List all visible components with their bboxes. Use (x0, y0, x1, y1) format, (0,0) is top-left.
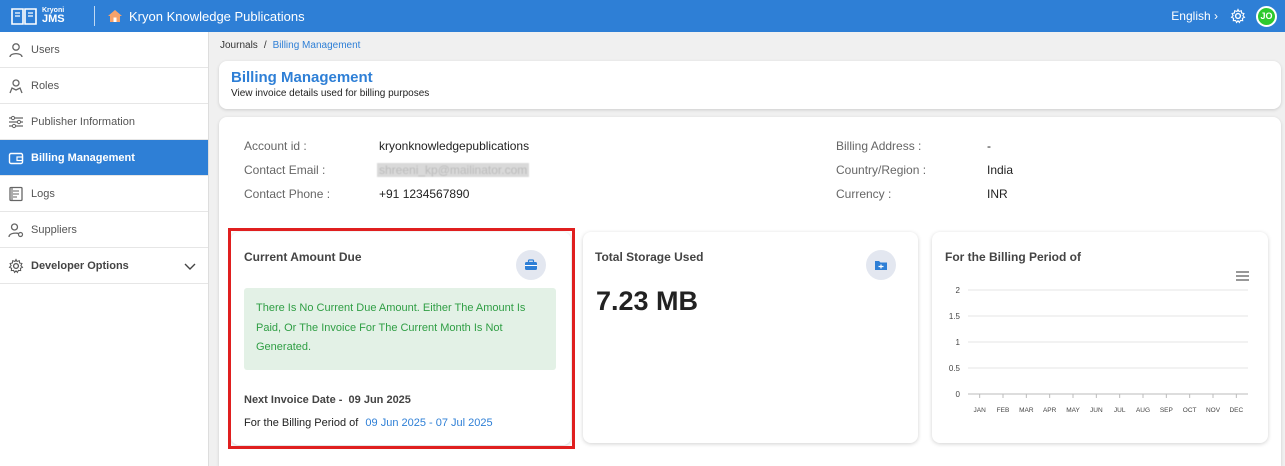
chevron-right-icon: › (1214, 9, 1218, 23)
billing-address-label: Billing Address : (836, 139, 922, 153)
chart-y-tick-label: 1.5 (949, 312, 961, 321)
sidebar: Users Roles Publisher Information Billin… (0, 32, 209, 466)
chart-x-tick-label: OCT (1183, 407, 1197, 414)
page-subtitle: View invoice details used for billing pu… (231, 88, 430, 99)
top-bar: Kryoni JMS Kryon Knowledge Publications … (0, 0, 1285, 32)
app-logo[interactable]: Kryoni JMS (10, 5, 82, 27)
sidebar-item-label: Roles (31, 79, 60, 92)
breadcrumb-journals[interactable]: Journals (220, 40, 258, 51)
chart-y-tick-label: 1 (956, 338, 961, 347)
folder-icon (875, 261, 887, 270)
app-title: Kryon Knowledge Publications (129, 8, 305, 24)
sidebar-item-logs[interactable]: Logs (0, 176, 208, 212)
book-logo-icon (11, 8, 37, 25)
sidebar-item-label: Publisher Information (31, 115, 135, 128)
breadcrumb-current: Billing Management (272, 40, 361, 51)
billing-address-value-wrap: - (987, 139, 991, 153)
user-avatar[interactable]: JO (1256, 5, 1277, 27)
sidebar-item-billing-management[interactable]: Billing Management (0, 140, 208, 176)
logs-icon (9, 186, 23, 201)
contact-phone-row: Contact Phone : (244, 187, 330, 201)
country-label: Country/Region : (836, 163, 927, 177)
billing-line-chart: 2 1.5 1 0.5 0 JAN FEB MAR APR MAY JUN JUL AUG SEP OCT N… (949, 286, 1248, 414)
breadcrumb: Journals / Billing Management (220, 40, 360, 51)
language-label: English (1171, 9, 1211, 23)
sidebar-item-label: Logs (31, 187, 55, 200)
account-id-row: Account id : (244, 139, 307, 153)
page-title: Billing Management (231, 69, 373, 86)
chart-x-tick-label: JAN (974, 407, 987, 414)
gear-icon (8, 257, 24, 273)
billing-address-row: Billing Address : (836, 139, 921, 153)
sidebar-item-label: Developer Options (31, 259, 129, 272)
chart-x-tick-label: FEB (997, 407, 1010, 414)
account-id-value: kryonknowledgepublications (379, 139, 530, 153)
chevron-down-icon[interactable] (184, 260, 196, 272)
sidebar-item-suppliers[interactable]: Suppliers (0, 212, 208, 248)
country-row: Country/Region : (836, 163, 926, 177)
account-id-value-wrap: kryonknowledgepublications (379, 139, 529, 153)
chart-x-tick-label: DEC (1229, 407, 1243, 414)
page-header: Billing Management View invoice details … (219, 61, 1281, 109)
country-value: India (987, 163, 1014, 177)
chart-x-tick-label: JUL (1114, 407, 1126, 414)
currency-value: INR (987, 187, 1008, 201)
sidebar-item-label: Billing Management (31, 151, 135, 164)
sliders-icon (9, 115, 23, 128)
highlight-annotation-box (228, 228, 575, 449)
sidebar-item-label: Users (31, 43, 60, 56)
contact-email-row: Contact Email : (244, 163, 325, 177)
sidebar-item-label: Suppliers (31, 223, 77, 236)
contact-email-label: Contact Email : (244, 163, 326, 177)
sidebar-item-users[interactable]: Users (0, 32, 208, 68)
settings-gear-icon[interactable] (1230, 8, 1246, 24)
billing-chart-title: For the Billing Period of (945, 250, 1081, 264)
country-value-wrap: India (987, 163, 1013, 177)
breadcrumb-separator: / (263, 40, 267, 51)
language-selector[interactable]: English › (1171, 9, 1218, 23)
chart-y-tick-label: 0.5 (949, 364, 961, 373)
chart-x-tick-label: SEP (1160, 407, 1173, 414)
folder-icon-button[interactable] (866, 250, 896, 280)
chart-x-tick-label: JUN (1090, 407, 1103, 414)
home-icon[interactable] (107, 8, 123, 24)
logo-bottom-text: JMS (42, 13, 65, 25)
account-id-label: Account id : (244, 139, 307, 153)
currency-label: Currency : (836, 187, 892, 201)
chart-x-tick-label: AUG (1136, 407, 1150, 414)
sidebar-item-publisher-information[interactable]: Publisher Information (0, 104, 208, 140)
chart-x-tick-label: MAY (1066, 407, 1080, 414)
total-storage-title: Total Storage Used (595, 250, 704, 264)
contact-phone-label: Contact Phone : (244, 187, 331, 201)
sidebar-item-developer-options[interactable]: Developer Options (0, 248, 208, 284)
billing-address-value: - (987, 139, 991, 153)
storage-value: 7.23 MB (596, 286, 699, 316)
user-icon (9, 42, 23, 57)
contact-email-value: shreeni_kp@mailinator.com (377, 163, 530, 177)
topbar-divider (94, 6, 95, 26)
sidebar-item-roles[interactable]: Roles (0, 68, 208, 104)
supplier-icon (8, 222, 24, 237)
contact-phone-value: +91 1234567890 (379, 187, 470, 201)
chart-y-tick-label: 0 (956, 390, 961, 399)
currency-value-wrap: INR (987, 187, 1008, 201)
wallet-icon (8, 152, 24, 164)
currency-row: Currency : (836, 187, 891, 201)
chart-x-tick-label: MAR (1019, 407, 1034, 414)
chart-y-tick-label: 2 (956, 286, 961, 295)
contact-phone-value-wrap: +91 1234567890 (379, 187, 469, 201)
roles-icon (9, 78, 23, 93)
contact-email-value-wrap: shreeni_kp@mailinator.com (377, 163, 530, 177)
chart-x-tick-label: NOV (1206, 407, 1221, 414)
chart-x-tick-label: APR (1043, 407, 1057, 414)
